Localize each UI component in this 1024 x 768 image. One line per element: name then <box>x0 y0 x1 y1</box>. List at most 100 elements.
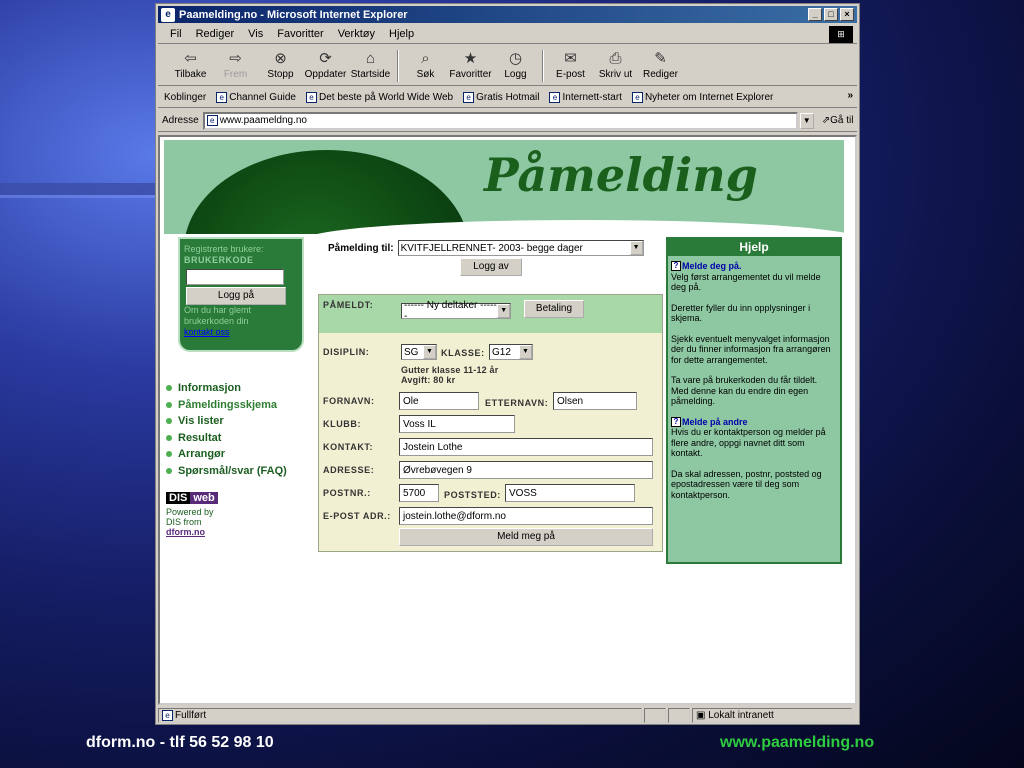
dis-web-logo: DIS web <box>166 492 246 504</box>
bullet-icon <box>166 385 172 392</box>
payment-button[interactable]: Betaling <box>524 300 584 318</box>
link-internet-start[interactable]: e Internett-start <box>549 92 622 103</box>
window-title: Paamelding.no - Microsoft Internet Explo… <box>179 8 408 21</box>
page-icon: e <box>549 92 561 103</box>
user-code-input[interactable] <box>186 269 284 285</box>
close-button[interactable]: × <box>840 8 854 21</box>
submit-registration-button[interactable]: Meld meg på <box>399 528 653 546</box>
home-button[interactable]: ⌂ Startside <box>348 46 393 80</box>
history-button[interactable]: ◷ Logg <box>493 46 538 80</box>
back-button[interactable]: ⇦ Tilbake <box>168 46 213 80</box>
powered-by-text: Powered by <box>166 507 214 517</box>
link-ie-news[interactable]: e Nyheter om Internet Explorer <box>631 92 773 103</box>
dis-from-text: DIS from <box>166 517 202 527</box>
login-code-label: BRUKERKODE <box>184 255 254 265</box>
stop-button[interactable]: ⊗ Stopp <box>258 46 303 80</box>
help-text: Da skal adressen, postnr, poststed og ep… <box>671 468 822 500</box>
class-select[interactable]: G12 ▼ <box>489 344 533 360</box>
search-button[interactable]: ⌕ Søk <box>403 46 448 80</box>
help-text: Ta vare på brukerkoden du får tildelt. M… <box>671 375 818 406</box>
go-arrow-icon: ⇗ <box>821 115 831 126</box>
site-nav: Informasjon Påmeldingsskjema Vis lister … <box>166 380 306 479</box>
ie-icon: e <box>161 7 175 22</box>
bullet-icon <box>166 418 172 425</box>
dropdown-arrow-icon: ▼ <box>519 345 532 359</box>
maximize-button[interactable]: □ <box>824 8 838 21</box>
email-input[interactable]: jostein.lothe@dform.no <box>399 507 653 525</box>
page-icon: e <box>162 710 173 721</box>
street-address-input[interactable]: Øvrebøvegen 9 <box>399 461 653 479</box>
postal-code-input[interactable]: 5700 <box>399 484 439 502</box>
address-bar: Adresse e www.paameldng.no ▼ ⇗Gå til <box>158 110 857 132</box>
last-name-input[interactable]: Olsen <box>553 392 637 410</box>
background-streak-highlight <box>0 195 155 198</box>
help-title: Hjelp <box>668 239 840 256</box>
status-text-cell: e Fullført <box>158 708 642 723</box>
help-question-icon: ? <box>671 416 681 427</box>
forward-button[interactable]: ⇨ Frem <box>213 46 258 80</box>
nav-item-informasjon[interactable]: Informasjon <box>166 380 306 397</box>
print-icon: ⎙ <box>609 50 622 67</box>
menu-view[interactable]: Vis <box>248 28 263 40</box>
print-button[interactable]: ⎙ Skriv ut <box>593 46 638 80</box>
stop-icon: ⊗ <box>274 50 287 67</box>
registration-form: PÅMELDT: ------ Ny deltaker ------ ▼ Bet… <box>318 294 663 552</box>
edit-icon: ✎ <box>654 50 667 67</box>
edit-button[interactable]: ✎ Rediger <box>638 46 683 80</box>
contact-input[interactable]: Jostein Lothe <box>399 438 653 456</box>
help-text: Velg først arrangementet du vil melde de… <box>671 271 821 293</box>
link-hotmail[interactable]: e Gratis Hotmail <box>463 92 539 103</box>
link-best-of-web[interactable]: e Det beste på World Wide Web <box>305 92 453 103</box>
window-controls: _ □ × <box>808 8 854 21</box>
dform-link[interactable]: dform.no <box>166 527 205 537</box>
go-button[interactable]: ⇗Gå til <box>822 115 854 126</box>
favorites-button[interactable]: ★ Favoritter <box>448 46 493 80</box>
toolbar-separator <box>542 50 544 82</box>
address-dropdown-icon[interactable]: ▼ <box>799 112 814 129</box>
links-bar: Koblinger e Channel Guide e Det beste på W… <box>158 88 857 108</box>
footer-url: www.paamelding.no <box>720 734 875 751</box>
help-section-others: ? Melde på andre <box>671 417 837 428</box>
refresh-button[interactable]: ⟳ Oppdater <box>303 46 348 80</box>
participant-select[interactable]: ------ Ny deltaker ------ ▼ <box>401 300 511 322</box>
links-overflow-icon[interactable]: » <box>847 90 853 101</box>
city-input[interactable]: VOSS <box>505 484 635 502</box>
nav-item-vis-lister[interactable]: Vis lister <box>166 413 306 430</box>
help-body: ? Melde deg på. Velg først arrangementet … <box>668 256 840 500</box>
mail-button[interactable]: ✉ E-post <box>548 46 593 80</box>
menu-edit[interactable]: Rediger <box>196 28 235 40</box>
status-cell <box>668 708 690 723</box>
footer-contact: dform.no - tlf 56 52 98 10 <box>86 734 274 751</box>
bullet-icon <box>166 451 172 458</box>
discipline-select[interactable]: SG ▼ <box>401 344 437 360</box>
contact-link[interactable]: kontakt oss <box>184 327 298 338</box>
club-label: KLUBB: <box>323 419 362 429</box>
event-select[interactable]: KVITFJELLRENNET- 2003- begge dager ▼ <box>397 240 644 256</box>
first-name-input[interactable]: Ole <box>399 392 479 410</box>
menu-help[interactable]: Hjelp <box>389 28 414 40</box>
page-viewport: Påmelding Registrerte brukere: BRUKERKOD… <box>158 135 857 705</box>
status-cell <box>644 708 666 723</box>
logout-button[interactable]: Logg av <box>460 258 522 276</box>
class-description: Gutter klasse 11-12 år <box>401 365 499 375</box>
fee-text: Avgift: 80 kr <box>401 375 456 385</box>
club-input[interactable]: Voss IL <box>399 415 515 433</box>
dropdown-arrow-icon: ▼ <box>629 241 643 255</box>
help-text: Deretter fyller du inn opplysninger i sk… <box>671 302 811 324</box>
bullet-icon <box>166 401 172 408</box>
windows-logo-icon: ⊞ <box>829 26 853 43</box>
address-input[interactable]: e www.paameldng.no <box>202 111 798 130</box>
minimize-button[interactable]: _ <box>808 8 822 21</box>
contact-label: KONTAKT: <box>323 442 374 452</box>
nav-item-faq[interactable]: Spørsmål/svar (FAQ) <box>166 463 306 480</box>
link-channel-guide[interactable]: e Channel Guide <box>216 92 296 103</box>
help-section-self: ? Melde deg på. <box>671 261 837 272</box>
menu-tools[interactable]: Verktøy <box>338 28 375 40</box>
login-button[interactable]: Logg på <box>186 287 286 305</box>
menu-file[interactable]: Fil <box>170 28 182 40</box>
nav-item-pameldingsskjema[interactable]: Påmeldingsskjema <box>166 397 306 414</box>
page-icon: e <box>305 92 317 103</box>
nav-item-resultat[interactable]: Resultat <box>166 430 306 447</box>
nav-item-arrangor[interactable]: Arrangør <box>166 446 306 463</box>
menu-favorites[interactable]: Favoritter <box>277 28 323 40</box>
